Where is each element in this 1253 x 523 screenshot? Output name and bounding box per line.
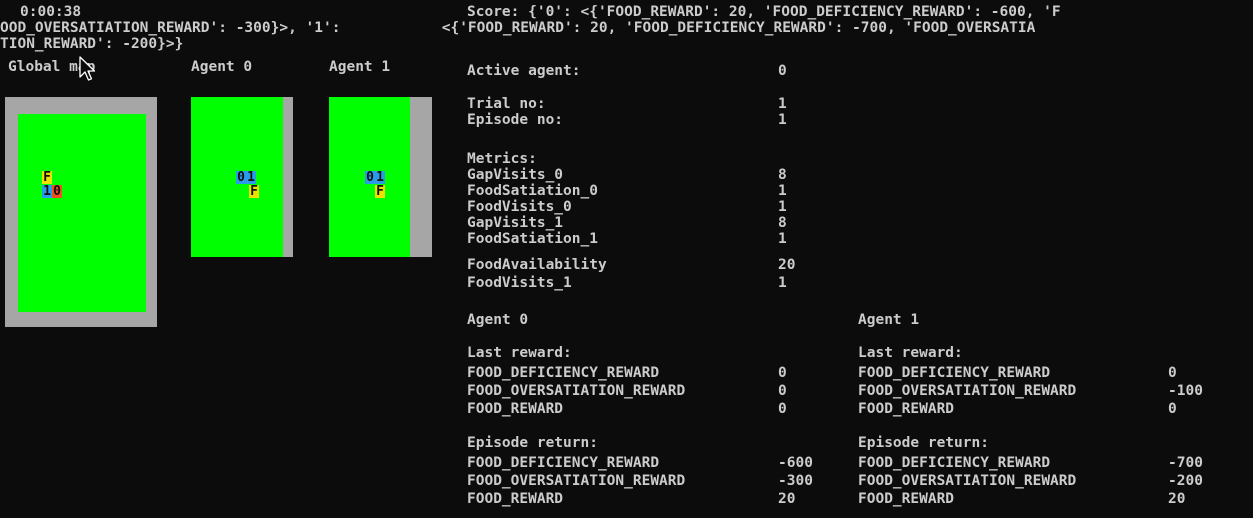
return-name: FOOD_OVERSATIATION_REWARD [467, 473, 686, 489]
metric-name: FoodSatiation_0 [467, 183, 598, 199]
global-map-grass [18, 114, 146, 312]
agent0-map-wall [283, 97, 293, 257]
return-name: FOOD_DEFICIENCY_REWARD [858, 455, 1051, 471]
metric-value: 1 [778, 183, 787, 199]
reward-name: FOOD_OVERSATIATION_REWARD [858, 383, 1077, 399]
reward-name: FOOD_REWARD [858, 401, 955, 417]
agent1-map-label: Agent 1 [329, 59, 391, 75]
score-line-1: Score: {'0': <{'FOOD_REWARD': 20, 'FOOD_… [467, 4, 1061, 20]
metric-value: 8 [778, 167, 787, 183]
agent0-food-cell: F [249, 184, 259, 199]
global-food-cell: F [42, 170, 52, 185]
reward-name: FOOD_DEFICIENCY_REWARD [467, 365, 660, 381]
agent1-map-wall [410, 97, 432, 257]
agent0-last-reward-label: Last reward: [467, 345, 572, 361]
episode-value: 1 [778, 112, 787, 128]
reward-value: 0 [778, 365, 787, 381]
trial-value: 1 [778, 96, 787, 112]
metric-value: 20 [778, 257, 796, 273]
agent1-title: Agent 1 [858, 312, 920, 328]
return-value: -600 [778, 455, 813, 471]
agent1-agent-cell-0: 0 [365, 170, 375, 185]
metric-name: FoodVisits_1 [467, 275, 572, 291]
return-name: FOOD_REWARD [467, 491, 564, 507]
screen: { "header": { "timer": "0:00:38", "score… [0, 0, 1253, 523]
agent0-agent-cell-1: 1 [246, 170, 256, 185]
active-agent-value: 0 [778, 63, 787, 79]
active-agent-label: Active agent: [467, 63, 581, 79]
reward-value: 0 [1168, 401, 1177, 417]
agent1-agent-cell-1: 1 [375, 170, 385, 185]
agent0-episode-return-label: Episode return: [467, 435, 598, 451]
agent0-agent-cell-0: 0 [236, 170, 246, 185]
metric-name: GapVisits_0 [467, 167, 564, 183]
agent1-food-cell: F [375, 184, 385, 199]
global-agent-cell: 1 [42, 184, 52, 199]
global-agent-cell-active: 0 [52, 184, 62, 199]
reward-value: 0 [778, 401, 787, 417]
reward-name: FOOD_REWARD [467, 401, 564, 417]
agent0-title: Agent 0 [467, 312, 529, 328]
terminal-window: { "header": { "timer": "0:00:38", "score… [0, 0, 1253, 518]
metric-name: FoodVisits_0 [467, 199, 572, 215]
elapsed-timer: 0:00:38 [20, 4, 82, 20]
episode-label: Episode no: [467, 112, 564, 128]
return-value: -700 [1168, 455, 1203, 471]
reward-name: FOOD_OVERSATIATION_REWARD [467, 383, 686, 399]
return-value: -300 [778, 473, 813, 489]
agent0-map-label: Agent 0 [191, 59, 253, 75]
return-name: FOOD_REWARD [858, 491, 955, 507]
reward-name: FOOD_DEFICIENCY_REWARD [858, 365, 1051, 381]
score-line-3: TION_REWARD': -200}>} [0, 36, 184, 52]
metrics-label: Metrics: [467, 151, 537, 167]
score-line-2-left: OOD_OVERSATIATION_REWARD': -300}>, '1': [0, 20, 341, 36]
return-value: -200 [1168, 473, 1203, 489]
metric-value: 1 [778, 231, 787, 247]
return-name: FOOD_OVERSATIATION_REWARD [858, 473, 1077, 489]
return-value: 20 [778, 491, 796, 507]
mouse-pointer-icon [79, 56, 96, 81]
trial-label: Trial no: [467, 96, 546, 112]
metric-value: 1 [778, 199, 787, 215]
return-value: 20 [1168, 491, 1186, 507]
metric-value: 1 [778, 275, 787, 291]
agent1-episode-return-label: Episode return: [858, 435, 989, 451]
reward-value: 0 [778, 383, 787, 399]
return-name: FOOD_DEFICIENCY_REWARD [467, 455, 660, 471]
metric-name: GapVisits_1 [467, 215, 564, 231]
reward-value: 0 [1168, 365, 1177, 381]
metric-name: FoodAvailability [467, 257, 607, 273]
agent1-last-reward-label: Last reward: [858, 345, 963, 361]
reward-value: -100 [1168, 383, 1203, 399]
metric-name: FoodSatiation_1 [467, 231, 598, 247]
score-line-2-right: <{'FOOD_REWARD': 20, 'FOOD_DEFICIENCY_RE… [433, 20, 1036, 36]
metric-value: 8 [778, 215, 787, 231]
